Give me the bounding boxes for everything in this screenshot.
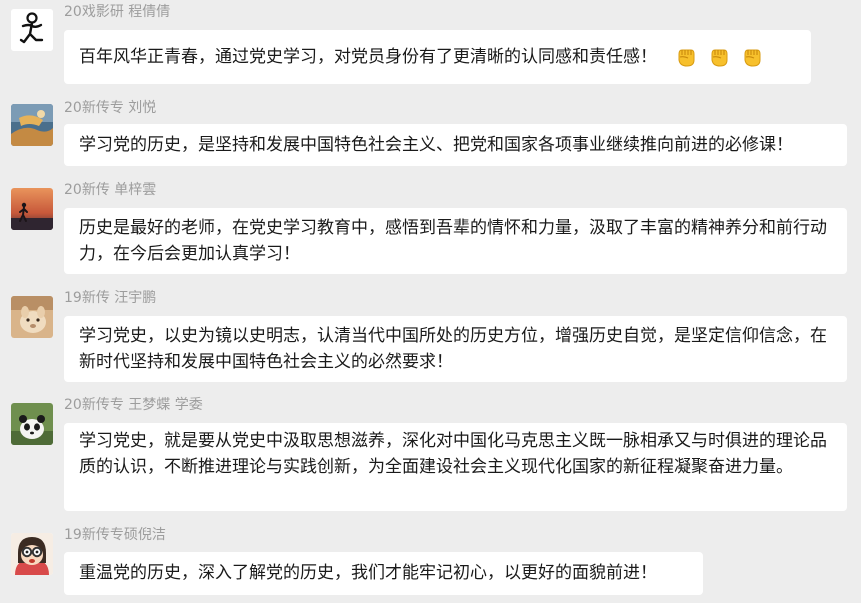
sender-name: 20新传 单梓雲	[64, 182, 157, 198]
fist-emoji-icon	[674, 45, 698, 69]
panda-avatar[interactable]	[11, 403, 53, 445]
message-text: 百年风华正青春，通过党史学习，对党员身份有了更清晰的认同感和责任感！	[79, 47, 657, 67]
message-text: 重温党的历史，深入了解党的历史，我们才能牢记初心，以更好的面貌前进！	[79, 563, 657, 583]
sender-name: 19新传 汪宇鹏	[64, 290, 157, 306]
message-bubble[interactable]: 重温党的历史，深入了解党的历史，我们才能牢记初心，以更好的面貌前进！	[64, 552, 703, 595]
sender-name: 20戏影研 程倩倩	[64, 4, 171, 20]
cartoon-girl-avatar[interactable]	[11, 533, 53, 575]
fist-emoji-icon	[740, 45, 764, 69]
emoji-group	[665, 44, 764, 70]
sender-name: 19新传专硕倪洁	[64, 527, 166, 543]
sender-name: 20新传专 王梦蝶 学委	[64, 397, 203, 413]
message-bubble[interactable]: 学习党的历史，是坚持和发展中国特色社会主义、把党和国家各项事业继续推向前进的必修…	[64, 124, 847, 166]
message-bubble[interactable]: 百年风华正青春，通过党史学习，对党员身份有了更清晰的认同感和责任感！	[64, 30, 811, 84]
message-bubble[interactable]: 历史是最好的老师，在党史学习教育中，感悟到吾辈的情怀和力量，汲取了丰富的精神养分…	[64, 208, 847, 274]
message-text: 学习党史，以史为镜以史明志，认清当代中国所处的历史方位，增强历史自觉，是坚定信仰…	[79, 326, 827, 372]
message-text: 历史是最好的老师，在党史学习教育中，感悟到吾辈的情怀和力量，汲取了丰富的精神养分…	[79, 218, 827, 264]
sender-name: 20新传专 刘悦	[64, 100, 157, 116]
stick-figure-avatar[interactable]	[11, 9, 53, 51]
message-text: 学习党的历史，是坚持和发展中国特色社会主义、把党和国家各项事业继续推向前进的必修…	[79, 135, 793, 155]
message-bubble[interactable]: 学习党史，以史为镜以史明志，认清当代中国所处的历史方位，增强历史自觉，是坚定信仰…	[64, 316, 847, 382]
photo-avatar[interactable]	[11, 104, 53, 146]
message-bubble[interactable]: 学习党史，就是要从党史中汲取思想滋养，深化对中国化马克思主义既一脉相承又与时俱进…	[64, 423, 847, 511]
sunset-silhouette-avatar[interactable]	[11, 188, 53, 230]
message-text: 学习党史，就是要从党史中汲取思想滋养，深化对中国化马克思主义既一脉相承又与时俱进…	[79, 431, 827, 477]
fist-emoji-icon	[707, 45, 731, 69]
alpaca-avatar[interactable]	[11, 296, 53, 338]
